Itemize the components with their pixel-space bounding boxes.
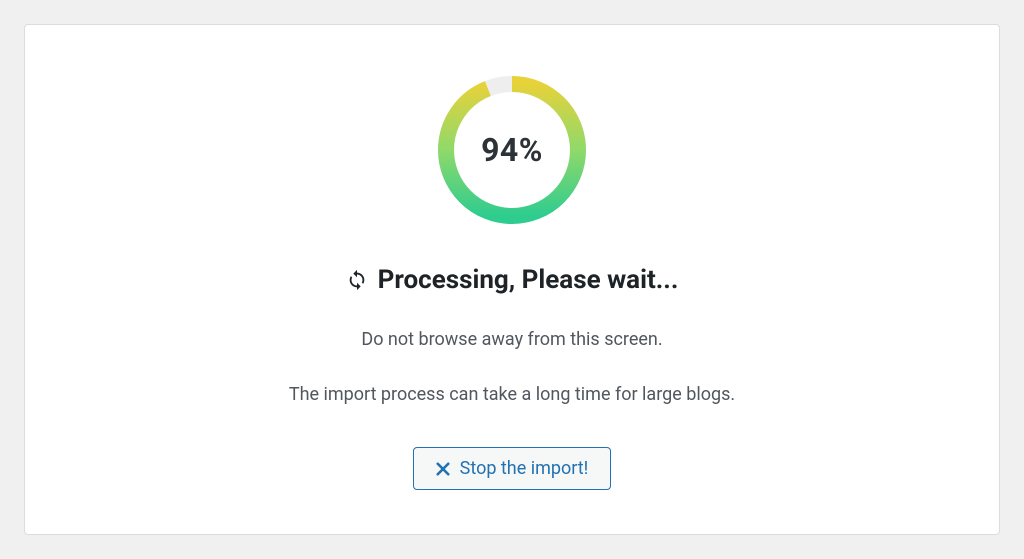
progress-ring-inner: 94% (433, 71, 591, 229)
progress-ring: 94% (433, 71, 591, 229)
stop-import-button-label: Stop the import! (460, 458, 589, 479)
import-progress-card: 94% Processing, Please wait... Do not br… (24, 24, 1000, 535)
progress-percent-label: 94% (481, 131, 543, 169)
processing-heading: Processing, Please wait... (346, 265, 679, 295)
import-duration-note: The import process can take a long time … (289, 384, 735, 405)
heading-text: Processing, Please wait... (378, 265, 679, 295)
refresh-icon (346, 269, 368, 291)
close-icon (436, 462, 450, 476)
do-not-browse-text: Do not browse away from this screen. (361, 329, 662, 350)
stop-import-button[interactable]: Stop the import! (413, 447, 612, 490)
